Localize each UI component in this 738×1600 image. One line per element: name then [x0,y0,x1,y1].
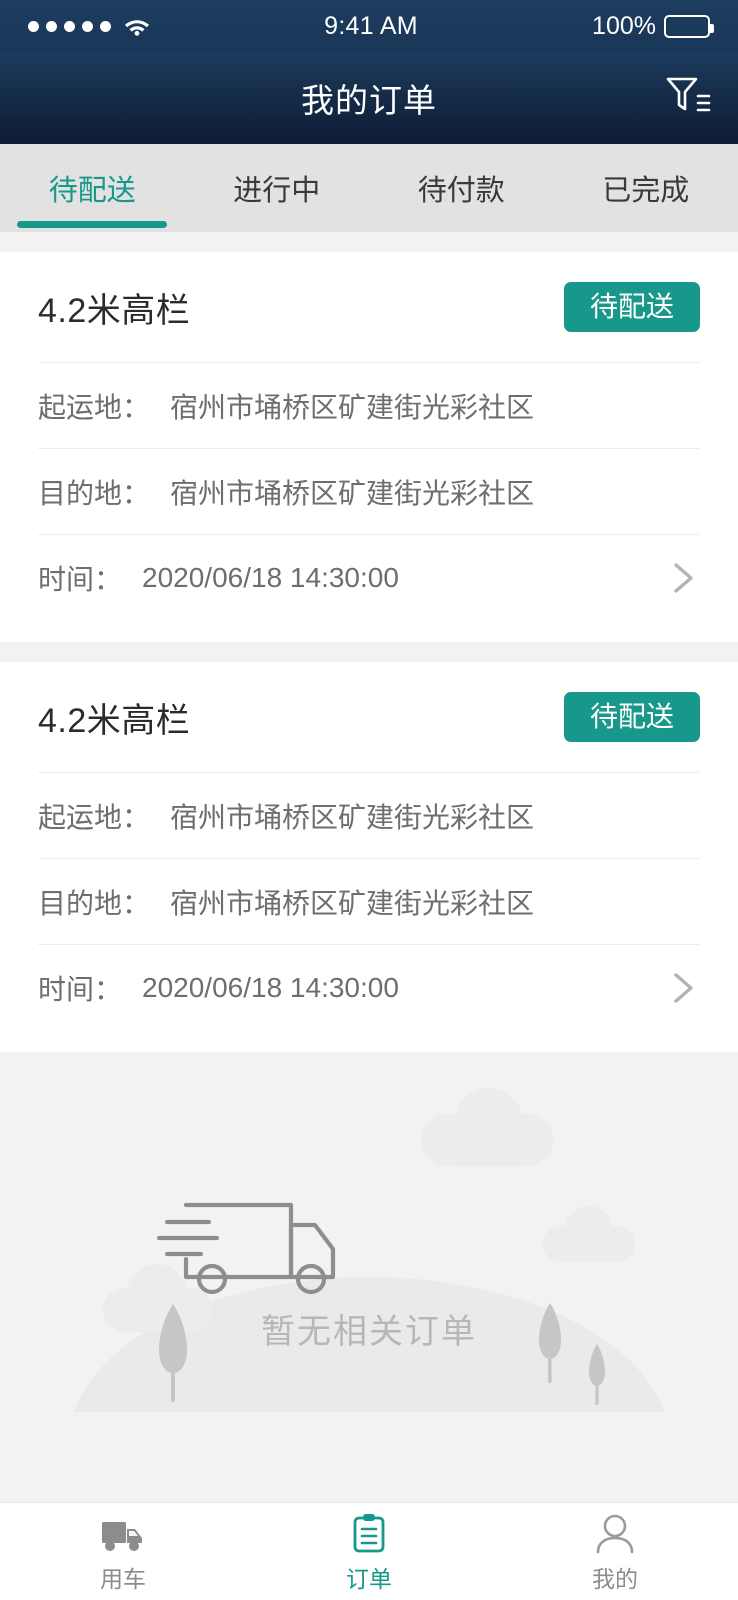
chevron-right-icon[interactable] [666,971,700,1005]
status-badge: 待配送 [563,692,700,742]
origin-value: 宿州市埇桥区矿建街光彩社区 [170,801,535,833]
card-separator [0,642,738,662]
origin-value: 宿州市埇桥区矿建街光彩社区 [170,391,535,423]
filter-button[interactable] [660,72,716,124]
truck-icon [99,1510,147,1554]
tab-completed[interactable]: 已完成 [554,144,738,232]
order-destination-row: 目的地： 宿州市埇桥区矿建街光彩社区 [38,448,700,534]
order-origin-row: 起运地： 宿州市埇桥区矿建街光彩社区 [38,772,700,858]
delivery-truck-illustration [74,1088,664,1412]
status-bar-right: 100% [592,11,714,41]
origin-label: 起运地： [38,391,151,423]
tab-pending-payment[interactable]: 待付款 [369,144,554,232]
tab-pending-delivery[interactable]: 待配送 [0,144,185,232]
time-value: 2020/06/18 14:30:00 [142,971,399,1003]
order-time-row[interactable]: 时间： 2020/06/18 14:30:00 [38,944,700,1030]
tab-in-progress[interactable]: 进行中 [185,144,370,232]
order-card[interactable]: 4.2米高栏 待配送 起运地： 宿州市埇桥区矿建街光彩社区 目的地： 宿州市埇桥… [0,252,738,642]
status-bar-left [28,17,150,36]
order-card-header: 4.2米高栏 待配送 [38,252,700,362]
page-title: 我的订单 [301,82,437,119]
status-bar-clock: 9:41 AM [324,11,418,40]
time-value: 2020/06/18 14:30:00 [142,561,399,593]
wifi-icon [124,17,150,36]
order-vehicle-type: 4.2米高栏 [38,701,191,740]
nav-label: 用车 [100,1565,146,1592]
order-vehicle-type: 4.2米高栏 [38,291,191,330]
battery-percent-label: 100% [592,11,656,40]
bottom-navigation: 用车 订单 我的 [0,1502,738,1600]
order-card-header: 4.2米高栏 待配送 [38,662,700,772]
order-time-row[interactable]: 时间： 2020/06/18 14:30:00 [38,534,700,620]
status-bar: 9:41 AM 100% [0,0,738,52]
signal-dots-icon [28,20,111,32]
origin-label: 起运地： [38,801,151,833]
status-badge: 待配送 [563,282,700,332]
battery-full-icon [664,14,714,38]
tab-label: 待配送 [48,175,136,207]
app-screen: 9:41 AM 100% 我的订单 待配送 进行中 待付款 已完成 4.2米高栏… [0,0,738,1600]
time-label: 时间： [38,563,123,595]
nav-label: 我的 [592,1565,638,1592]
order-list: 4.2米高栏 待配送 起运地： 宿州市埇桥区矿建街光彩社区 目的地： 宿州市埇桥… [0,232,738,1502]
chevron-right-icon[interactable] [666,561,700,595]
empty-state: 暂无相关订单 [0,1052,738,1502]
person-icon [591,1510,639,1554]
nav-item-orders[interactable]: 订单 [246,1510,492,1594]
nav-label: 订单 [346,1565,392,1592]
order-origin-row: 起运地： 宿州市埇桥区矿建街光彩社区 [38,362,700,448]
destination-value: 宿州市埇桥区矿建街光彩社区 [170,477,535,509]
clipboard-icon [345,1510,393,1554]
list-top-spacer [0,232,738,252]
time-label: 时间： [38,973,123,1005]
tab-label: 待付款 [417,175,505,207]
app-header: 我的订单 [0,52,738,144]
empty-state-illustration-wrap: 暂无相关订单 [49,1052,689,1502]
destination-label: 目的地： [38,887,151,919]
order-card[interactable]: 4.2米高栏 待配送 起运地： 宿州市埇桥区矿建街光彩社区 目的地： 宿州市埇桥… [0,662,738,1052]
tab-label: 已完成 [602,175,690,207]
nav-item-profile[interactable]: 我的 [492,1510,738,1594]
order-status-tabs: 待配送 进行中 待付款 已完成 [0,144,738,232]
destination-value: 宿州市埇桥区矿建街光彩社区 [170,887,535,919]
tab-label: 进行中 [233,175,321,207]
destination-label: 目的地： [38,477,151,509]
card-bottom-padding [38,1030,700,1052]
order-destination-row: 目的地： 宿州市埇桥区矿建街光彩社区 [38,858,700,944]
card-bottom-padding [38,620,700,642]
empty-state-text: 暂无相关订单 [261,1313,477,1351]
nav-item-vehicles[interactable]: 用车 [0,1510,246,1594]
filter-funnel-icon [665,74,711,123]
